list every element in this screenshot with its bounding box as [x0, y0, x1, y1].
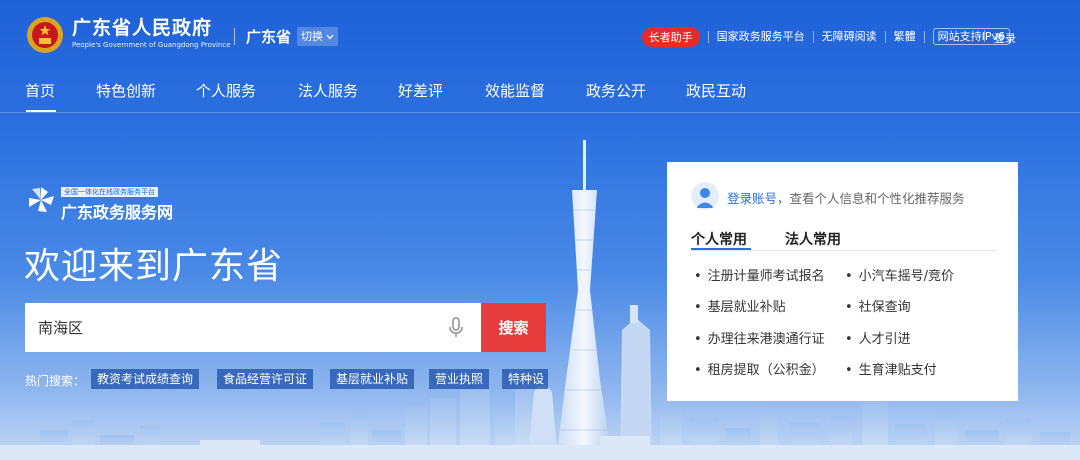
nav-item-personal[interactable]: 个人服务	[196, 80, 256, 101]
chevron-down-icon	[326, 34, 334, 39]
site-subtitle: People's Government of Guangdong Provinc…	[72, 41, 231, 49]
search-button[interactable]: 搜索	[481, 303, 546, 352]
tab-divider	[691, 250, 996, 251]
panel-login-link[interactable]: 登录账号	[727, 191, 777, 206]
login-separator	[984, 30, 985, 42]
platform-tag: 全国一体化在线政务服务平台	[61, 187, 158, 197]
hot-tag-employment-subsidy[interactable]: 基层就业补贴	[330, 369, 415, 389]
user-avatar-icon	[691, 182, 719, 210]
region-switch-label: 切换	[301, 30, 323, 43]
service-link[interactable]: 办理往来港澳通行证	[694, 328, 825, 347]
nav-item-featured[interactable]: 特色创新	[96, 80, 156, 101]
service-link[interactable]: 租房提取（公积金）	[694, 359, 825, 378]
hot-search-label: 热门搜索：	[25, 374, 86, 388]
hot-tag-teacher-exam[interactable]: 教资考试成绩查询	[91, 369, 200, 389]
site-title[interactable]: 广东省人民政府	[72, 13, 212, 40]
login-description: ，查看个人信息和个性化推荐服务	[777, 191, 965, 206]
service-link[interactable]: 生育津贴支付	[845, 359, 937, 378]
welcome-heading: 欢迎来到广东省	[24, 246, 284, 287]
tab-corporate-common[interactable]: 法人常用	[785, 229, 841, 249]
region-switch-button[interactable]: 切换	[297, 27, 338, 46]
service-link[interactable]: 注册计量师考试报名	[694, 265, 825, 284]
top-links-bar: 长者助手 国家政务服务平台 无障碍阅读 繁體 网站支持IPv6	[641, 27, 1018, 47]
title-divider	[234, 28, 235, 45]
login-link[interactable]: 登录	[994, 30, 1016, 46]
service-link[interactable]: 小汽车摇号/竞价	[845, 265, 954, 284]
service-link[interactable]: 人才引进	[845, 328, 911, 347]
pinwheel-logo-icon	[29, 187, 54, 212]
national-service-platform-link[interactable]: 国家政务服务平台	[707, 31, 813, 43]
elder-mode-button[interactable]: 长者助手	[641, 27, 700, 47]
nav-divider	[0, 112, 1080, 113]
traditional-chinese-link[interactable]: 繁體	[884, 31, 924, 43]
accessibility-link[interactable]: 无障碍阅读	[812, 31, 885, 43]
service-link[interactable]: 社保查询	[845, 296, 911, 315]
brand-name[interactable]: 广东政务服务网	[61, 199, 173, 223]
service-link[interactable]: 基层就业补贴	[694, 296, 786, 315]
hot-tag-business-license[interactable]: 营业执照	[429, 369, 490, 389]
nav-item-rating[interactable]: 好差评	[398, 80, 443, 101]
national-emblem-icon	[27, 17, 63, 53]
login-prompt: 登录账号，查看个人信息和个性化推荐服务	[727, 188, 965, 207]
search-input[interactable]	[25, 303, 445, 352]
nav-item-home[interactable]: 首页	[25, 80, 55, 101]
main-nav: 首页 特色创新 个人服务 法人服务 好差评 效能监督 政务公开 政民互动	[0, 76, 1080, 112]
nav-item-supervision[interactable]: 效能监督	[485, 80, 545, 101]
nav-item-disclosure[interactable]: 政务公开	[586, 80, 646, 101]
search-box	[25, 303, 481, 352]
microphone-icon[interactable]	[448, 317, 464, 339]
nav-item-corporate[interactable]: 法人服务	[298, 80, 358, 101]
tab-personal-common[interactable]: 个人常用	[691, 229, 747, 249]
hot-tag-food-license[interactable]: 食品经营许可证	[217, 369, 314, 389]
hot-tag-special-equipment[interactable]: 特种设	[502, 369, 548, 389]
nav-item-interaction[interactable]: 政民互动	[686, 80, 746, 101]
service-panel: 登录账号，查看个人信息和个性化推荐服务 个人常用 法人常用 注册计量师考试报名 …	[667, 162, 1018, 401]
current-region: 广东省	[246, 28, 292, 46]
